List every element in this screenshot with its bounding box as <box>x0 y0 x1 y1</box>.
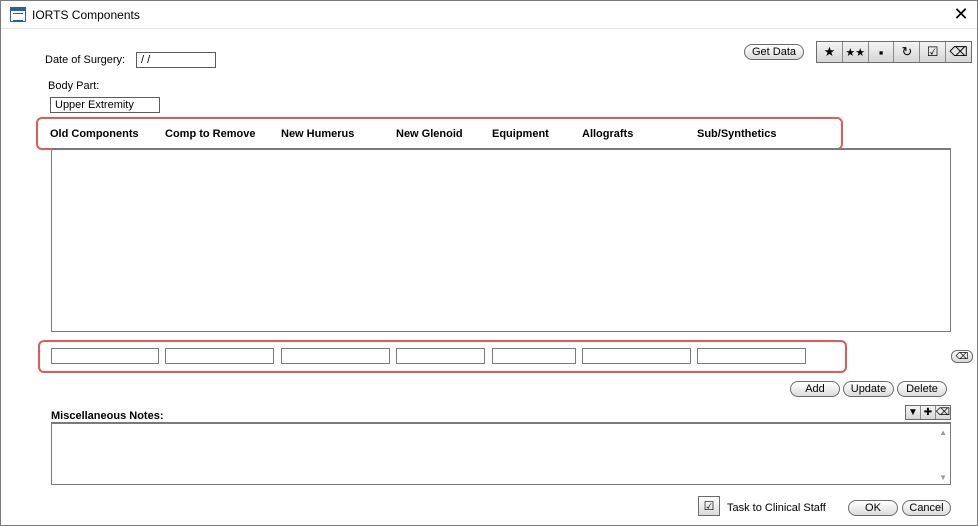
components-list[interactable] <box>51 148 951 332</box>
close-icon[interactable]: ✕ <box>951 4 971 24</box>
column-header-comp-to-remove: Comp to Remove <box>165 128 256 140</box>
iorts-components-window: IORTS Components ✕ Date of Surgery: / / … <box>0 0 978 526</box>
save-icon[interactable]: ▪ <box>869 42 895 62</box>
get-data-button[interactable]: Get Data <box>744 44 804 60</box>
notes-toolbar: ▼ ✚ ⌫ <box>905 405 951 420</box>
misc-notes-label: Miscellaneous Notes: <box>51 410 164 422</box>
cancel-button[interactable]: Cancel <box>902 500 951 516</box>
ok-button[interactable]: OK <box>848 500 898 516</box>
allografts-input[interactable] <box>582 348 691 364</box>
double-star-icon[interactable]: ★★ <box>843 42 869 62</box>
date-of-surgery-label: Date of Surgery: <box>45 54 126 66</box>
body-part-field[interactable]: Upper Extremity <box>50 97 160 113</box>
clipboard-check-icon[interactable]: ☑ <box>920 42 947 62</box>
column-header-allografts: Allografts <box>582 128 634 140</box>
task-to-clinical-staff-label[interactable]: Task to Clinical Staff <box>727 502 826 514</box>
equipment-input[interactable] <box>492 348 576 364</box>
eraser-icon[interactable]: ⌫ <box>946 42 971 62</box>
column-header-new-glenoid: New Glenoid <box>396 128 463 140</box>
toolbar: ★ ★★ ▪ ↻ ☑ ⌫ <box>816 41 972 63</box>
new-glenoid-input[interactable] <box>396 348 485 364</box>
comp-to-remove-input[interactable] <box>165 348 274 364</box>
window-title: IORTS Components <box>32 8 140 22</box>
sub-synthetics-input[interactable] <box>697 348 806 364</box>
misc-notes-textarea[interactable]: ▲ ▼ <box>51 422 951 485</box>
star-icon[interactable]: ★ <box>817 42 843 62</box>
add-button[interactable]: Add <box>790 381 840 397</box>
clipboard-check-icon[interactable]: ☑ <box>698 496 720 516</box>
new-humerus-input[interactable] <box>281 348 390 364</box>
body-part-label: Body Part: <box>48 80 100 92</box>
column-header-sub-synthetics: Sub/Synthetics <box>697 128 777 140</box>
column-header-old-components: Old Components <box>50 128 139 140</box>
column-header-equipment: Equipment <box>492 128 549 140</box>
column-header-new-humerus: New Humerus <box>281 128 355 140</box>
scroll-down-icon[interactable]: ▼ <box>939 473 947 482</box>
table-icon <box>10 7 26 22</box>
plus-icon[interactable]: ✚ <box>921 406 936 419</box>
date-of-surgery-field[interactable]: / / <box>136 52 216 68</box>
clear-fields-eraser-icon[interactable]: ⌫ <box>951 350 973 363</box>
update-button[interactable]: Update <box>843 381 894 397</box>
title-bar: IORTS Components ✕ <box>1 1 977 29</box>
dropdown-arrow-icon[interactable]: ▼ <box>906 406 921 419</box>
old-components-input[interactable] <box>51 348 159 364</box>
refresh-icon[interactable]: ↻ <box>894 42 921 62</box>
scroll-up-icon[interactable]: ▲ <box>939 428 947 437</box>
delete-button[interactable]: Delete <box>897 381 947 397</box>
eraser-icon[interactable]: ⌫ <box>936 406 950 419</box>
